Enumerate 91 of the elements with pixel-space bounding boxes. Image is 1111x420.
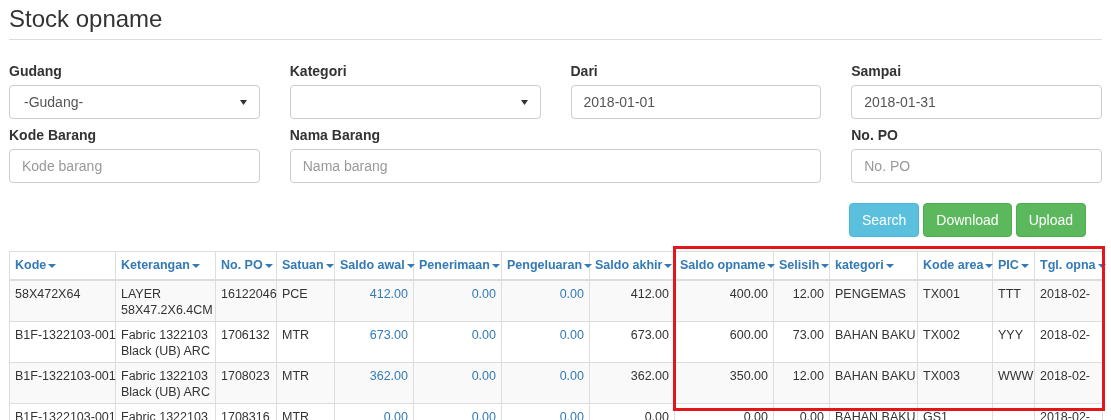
table-cell: B1F-1322103-001 [15, 409, 116, 420]
select-field[interactable] [289, 85, 541, 119]
value-link[interactable]: 0.00 [559, 286, 584, 301]
table-cell: TX002 [923, 327, 960, 342]
table-cell: TX001 [923, 286, 960, 301]
table-cell: 2018-02- [1040, 409, 1091, 420]
table-cell: 673.00 [630, 327, 669, 342]
sort-caret-icon [48, 263, 57, 268]
table-cell: MTR [282, 409, 310, 420]
table-cell: TX003 [923, 368, 960, 383]
input-field[interactable]: 2018-01-01 [570, 85, 822, 119]
field-label: Gudang [9, 62, 63, 80]
table-cell: 1708316 [221, 409, 270, 420]
sort-caret-icon [325, 263, 334, 268]
sort-caret-icon [406, 263, 415, 268]
sort-caret-icon [664, 263, 673, 268]
action-button[interactable]: Download [923, 203, 1012, 237]
column-header[interactable]: Pengeluaran [507, 258, 593, 272]
select-value: -Gudang- [23, 92, 85, 112]
table-cell: Fabric 1322103 Black (UB) ARC [121, 368, 210, 399]
table-cell: 400.00 [729, 286, 768, 301]
table-cell: 412.00 [630, 286, 669, 301]
field-label: Kategori [289, 62, 348, 80]
value-link[interactable]: 0.00 [559, 409, 584, 420]
table-cell: 2018-02- [1040, 286, 1091, 301]
column-header[interactable]: Tgl. opna [1040, 258, 1106, 272]
table-cell: B1F-1322103-001 [15, 327, 116, 342]
sort-caret-icon [985, 263, 994, 268]
input-field[interactable]: Kode barang [9, 149, 260, 183]
table-cell: 1706132 [221, 327, 270, 342]
table-cell: TTT [998, 286, 1021, 301]
value-link[interactable]: 0.00 [471, 368, 496, 383]
input-field[interactable]: 2018-01-31 [851, 85, 1102, 119]
value-link[interactable]: 0.00 [471, 286, 496, 301]
field-label: Sampai [851, 62, 903, 80]
table-cell: 16122046 [221, 286, 277, 301]
dropdown-caret-icon [520, 99, 528, 105]
value-link[interactable]: 673.00 [369, 327, 408, 342]
table-cell: WWW [998, 368, 1034, 383]
table-cell: 12.00 [792, 286, 824, 301]
sort-caret-icon [1097, 263, 1106, 268]
table-cell: Fabric 1322103 [121, 409, 208, 420]
sort-caret-icon [584, 263, 593, 268]
value-link[interactable]: 0.00 [559, 368, 584, 383]
table-cell: 58X472X64 [15, 286, 81, 301]
table-cell: Fabric 1322103 Black (UB) ARC [121, 327, 210, 358]
select-field[interactable]: -Gudang- [9, 85, 260, 119]
sort-caret-icon [1020, 263, 1029, 268]
table-cell: 0.00 [799, 409, 824, 420]
table-cell: BAHAN BAKU [835, 327, 916, 342]
field-label: No. PO [851, 126, 899, 144]
table-cell: PCE [282, 286, 308, 301]
value-link[interactable]: 412.00 [369, 286, 408, 301]
table-cell: PENGEMAS [835, 286, 906, 301]
table-cell: 12.00 [792, 368, 824, 383]
input-field[interactable]: Nama barang [289, 149, 822, 183]
field-label: Kode Barang [9, 126, 98, 144]
sort-caret-icon [885, 263, 894, 268]
value-link[interactable]: 0.00 [559, 327, 584, 342]
table-cell: 350.00 [729, 368, 768, 383]
table-cell: MTR [282, 368, 310, 383]
action-button[interactable]: Upload [1015, 203, 1086, 237]
table-cell: YYY [998, 327, 1023, 342]
table-cell: GS1 [923, 409, 948, 420]
table-cell: 0.00 [644, 409, 669, 420]
table-cell: 2018-02- [1040, 368, 1091, 383]
table-cell: LAYER 58X47.2X6.4CM [121, 286, 213, 317]
table-cell: BAHAN BAKU [835, 368, 916, 383]
table-cell: 362.00 [630, 368, 669, 383]
table-cell: MTR [282, 327, 310, 342]
value-link[interactable]: 0.00 [471, 327, 496, 342]
dropdown-caret-icon [239, 99, 247, 105]
sort-caret-icon [491, 263, 500, 268]
table-cell: 600.00 [729, 327, 768, 342]
sort-caret-icon [264, 263, 273, 268]
input-field[interactable]: No. PO [851, 149, 1102, 183]
sort-caret-icon [767, 263, 776, 268]
value-link[interactable]: 0.00 [471, 409, 496, 420]
sort-caret-icon [821, 263, 830, 268]
table-cell: BAHAN BAKU [835, 409, 916, 420]
table-cell: 0.00 [743, 409, 768, 420]
sort-caret-icon [191, 263, 200, 268]
table-cell: B1F-1322103-001 [15, 368, 116, 383]
field-label: Dari [570, 62, 599, 80]
field-label: Nama Barang [289, 126, 381, 144]
table-cell: 2018-02- [1040, 327, 1091, 342]
table-cell: 73.00 [792, 327, 824, 342]
column-header[interactable]: Kode [15, 258, 57, 272]
page-title: Stock opname [9, 4, 164, 34]
table-cell: 1708023 [221, 368, 270, 383]
value-link[interactable]: 362.00 [369, 368, 408, 383]
